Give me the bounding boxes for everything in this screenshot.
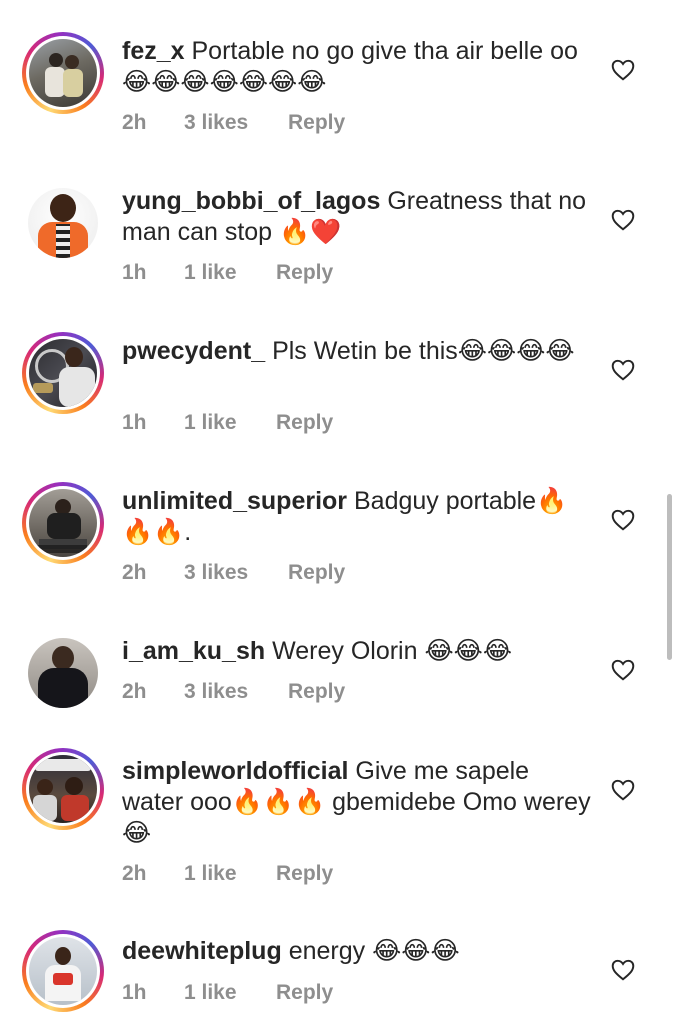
avatar[interactable] [22, 748, 104, 830]
heart-outline-icon[interactable] [610, 207, 636, 233]
comment-username[interactable]: deewhiteplug [122, 937, 282, 965]
comment-time: 1h [122, 981, 147, 1004]
reply-button[interactable]: Reply [276, 261, 333, 285]
reply-button[interactable]: Reply [288, 111, 345, 135]
heart-outline-icon[interactable] [610, 957, 636, 983]
avatar[interactable] [22, 32, 104, 114]
comment-username[interactable]: yung_bobbi_of_lagos [122, 187, 380, 215]
comment-text: yung_bobbi_of_lagos Greatness that no ma… [122, 186, 592, 248]
reply-button[interactable]: Reply [276, 411, 333, 435]
avatar[interactable] [22, 482, 104, 564]
comment-time: 1h [122, 411, 147, 434]
heart-outline-icon[interactable] [610, 507, 636, 533]
reply-button[interactable]: Reply [276, 981, 333, 1005]
reply-button[interactable]: Reply [288, 561, 345, 585]
comment-body: Pls Wetin be this😂😂😂😂 [272, 337, 575, 365]
comment-body: energy 😂😂😂 [288, 937, 460, 965]
heart-outline-icon[interactable] [610, 357, 636, 383]
comment-meta: 1h 1 like Reply [122, 261, 333, 285]
comment-text: deewhiteplug energy 😂😂😂 [122, 936, 592, 967]
comment-username[interactable]: fez_x [122, 37, 185, 65]
comment-text: fez_x Portable no go give tha air belle … [122, 36, 592, 98]
comment-likes[interactable]: 1 like [184, 411, 276, 435]
avatar[interactable] [22, 930, 104, 1012]
comment-username[interactable]: i_am_ku_sh [122, 637, 265, 665]
comment-body: Werey Olorin 😂😂😂 [272, 637, 513, 665]
comment-time: 1h [122, 261, 147, 284]
comment-body: Portable no go give tha air belle oo 😂😂😂… [122, 37, 578, 96]
reply-button[interactable]: Reply [276, 862, 333, 886]
comment-likes[interactable]: 1 like [184, 862, 276, 886]
comment-text: pwecydent_ Pls Wetin be this😂😂😂😂 [122, 336, 592, 367]
comment-time: 2h [122, 561, 147, 584]
comment-meta: 2h 3 likes Reply [122, 561, 345, 585]
scrollbar[interactable] [667, 494, 672, 660]
comment-text: simpleworldofficial Give me sapele water… [122, 756, 592, 849]
reply-button[interactable]: Reply [288, 680, 345, 704]
heart-outline-icon[interactable] [610, 657, 636, 683]
comment-text: unlimited_superior Badguy portable🔥🔥🔥. [122, 486, 592, 548]
comment-likes[interactable]: 3 likes [184, 561, 288, 585]
avatar[interactable] [22, 332, 104, 414]
comment-meta: 1h 1 like Reply [122, 411, 333, 435]
comment-meta: 2h 1 like Reply [122, 862, 333, 886]
heart-outline-icon[interactable] [610, 57, 636, 83]
comment-likes[interactable]: 1 like [184, 981, 276, 1005]
comment-likes[interactable]: 3 likes [184, 680, 288, 704]
comment-likes[interactable]: 1 like [184, 261, 276, 285]
comment-time: 2h [122, 680, 147, 703]
comment-username[interactable]: simpleworldofficial [122, 757, 348, 785]
comment-meta: 1h 1 like Reply [122, 981, 333, 1005]
comment-username[interactable]: pwecydent_ [122, 337, 265, 365]
comment-time: 2h [122, 111, 147, 134]
comment-meta: 2h 3 likes Reply [122, 680, 345, 704]
avatar[interactable] [22, 632, 104, 714]
comment-text: i_am_ku_sh Werey Olorin 😂😂😂 [122, 636, 592, 667]
comment-time: 2h [122, 862, 147, 885]
avatar[interactable] [22, 182, 104, 264]
heart-outline-icon[interactable] [610, 777, 636, 803]
comment-likes[interactable]: 3 likes [184, 111, 288, 135]
comment-username[interactable]: unlimited_superior [122, 487, 347, 515]
comment-meta: 2h 3 likes Reply [122, 111, 345, 135]
